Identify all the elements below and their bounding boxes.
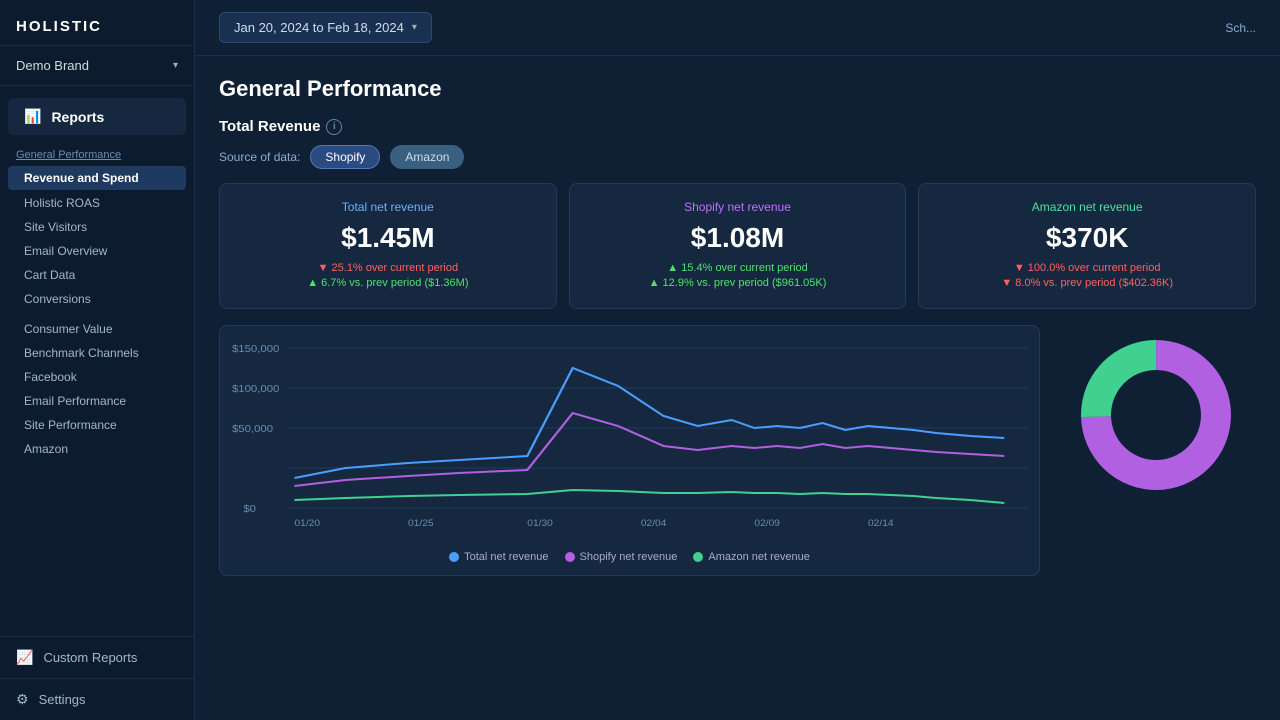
amazon-stat1: ▼ 100.0% over current period <box>935 262 1239 274</box>
total-dot <box>449 552 459 562</box>
donut-chart <box>1066 325 1246 505</box>
total-revenue-value: $1.45M <box>236 222 540 254</box>
sidebar-item-cart-data[interactable]: Cart Data <box>0 263 194 287</box>
total-line <box>294 368 1004 478</box>
sidebar-item-email-overview[interactable]: Email Overview <box>0 239 194 263</box>
info-icon[interactable]: i <box>326 119 342 135</box>
data-source-row: Source of data: Shopify Amazon <box>219 145 1256 169</box>
donut-hole <box>1112 371 1200 459</box>
total-stat1: ▼ 25.1% over current period <box>236 262 540 274</box>
brand-selector[interactable]: Demo Brand ▾ <box>0 46 194 86</box>
sidebar-item-revenue-spend[interactable]: Revenue and Spend <box>8 166 186 190</box>
svg-text:02/04: 02/04 <box>641 519 667 529</box>
total-stat2: ▲ 6.7% vs. prev period ($1.36M) <box>236 277 540 289</box>
sidebar-item-consumer-value[interactable]: Consumer Value <box>0 317 194 341</box>
svg-text:02/09: 02/09 <box>754 519 780 529</box>
total-revenue-label: Total net revenue <box>236 200 540 214</box>
sidebar-item-conversions[interactable]: Conversions <box>0 287 194 311</box>
schedule-label: Sch... <box>1225 21 1256 35</box>
kpi-row: Total net revenue $1.45M ▼ 25.1% over cu… <box>219 183 1256 309</box>
reports-label: Reports <box>51 109 104 125</box>
chart-section: $150,000 $100,000 $50,000 $0 01/20 01/25… <box>219 325 1256 576</box>
svg-text:01/25: 01/25 <box>408 519 434 529</box>
amazon-revenue-value: $370K <box>935 222 1239 254</box>
shopify-revenue-card: Shopify net revenue $1.08M ▲ 15.4% over … <box>569 183 907 309</box>
date-range-text: Jan 20, 2024 to Feb 18, 2024 <box>234 20 404 35</box>
svg-text:01/20: 01/20 <box>294 519 320 529</box>
line-chart: $150,000 $100,000 $50,000 $0 01/20 01/25… <box>232 338 1027 538</box>
amazon-line <box>294 490 1004 503</box>
settings-item[interactable]: ⚙ Settings <box>0 678 194 720</box>
sidebar-item-benchmark-channels[interactable]: Benchmark Channels <box>0 341 194 365</box>
reports-bar-icon: 📊 <box>24 108 41 125</box>
app-logo: HOLISTIC <box>16 18 178 35</box>
sidebar-item-site-performance[interactable]: Site Performance <box>0 413 194 437</box>
main-content: Jan 20, 2024 to Feb 18, 2024 ▾ Sch... Ge… <box>195 0 1280 720</box>
custom-reports-label: Custom Reports <box>43 650 137 665</box>
reports-nav-item[interactable]: 📊 Reports <box>8 98 186 135</box>
brand-name: Demo Brand <box>16 58 89 73</box>
custom-reports-icon: 📈 <box>16 649 33 666</box>
brand-chevron-icon: ▾ <box>173 60 178 71</box>
amazon-source-button[interactable]: Amazon <box>390 145 464 169</box>
page-title: General Performance <box>219 76 1256 102</box>
logo-area: HOLISTIC <box>0 0 194 46</box>
svg-text:$150,000: $150,000 <box>232 344 279 355</box>
legend-amazon: Amazon net revenue <box>693 551 810 563</box>
legend-amazon-label: Amazon net revenue <box>708 551 810 563</box>
custom-reports-item[interactable]: 📈 Custom Reports <box>0 636 194 678</box>
sidebar-item-site-visitors[interactable]: Site Visitors <box>0 215 194 239</box>
svg-text:$100,000: $100,000 <box>232 384 279 395</box>
shopify-source-button[interactable]: Shopify <box>310 145 380 169</box>
legend-total: Total net revenue <box>449 551 548 563</box>
shopify-dot <box>565 552 575 562</box>
sidebar-item-holistic-roas[interactable]: Holistic ROAS <box>0 191 194 215</box>
amazon-dot <box>693 552 703 562</box>
legend-shopify: Shopify net revenue <box>565 551 678 563</box>
topbar: Jan 20, 2024 to Feb 18, 2024 ▾ Sch... <box>195 0 1280 56</box>
amazon-stat2: ▼ 8.0% vs. prev period ($402.36K) <box>935 277 1239 289</box>
legend-shopify-label: Shopify net revenue <box>580 551 678 563</box>
shopify-stat2: ▲ 12.9% vs. prev period ($961.05K) <box>586 277 890 289</box>
shopify-revenue-value: $1.08M <box>586 222 890 254</box>
date-range-button[interactable]: Jan 20, 2024 to Feb 18, 2024 ▾ <box>219 12 432 43</box>
date-range-chevron-icon: ▾ <box>412 22 417 33</box>
sidebar-item-facebook[interactable]: Facebook <box>0 365 194 389</box>
amazon-revenue-card: Amazon net revenue $370K ▼ 100.0% over c… <box>918 183 1256 309</box>
content-area: General Performance Total Revenue i Sour… <box>195 56 1280 720</box>
amazon-revenue-label: Amazon net revenue <box>935 200 1239 214</box>
shopify-line <box>294 413 1004 486</box>
svg-text:02/14: 02/14 <box>868 519 894 529</box>
sidebar-item-email-performance[interactable]: Email Performance <box>0 389 194 413</box>
shopify-stat1: ▲ 15.4% over current period <box>586 262 890 274</box>
line-chart-container: $150,000 $100,000 $50,000 $0 01/20 01/25… <box>219 325 1040 576</box>
total-revenue-card: Total net revenue $1.45M ▼ 25.1% over cu… <box>219 183 557 309</box>
svg-text:01/30: 01/30 <box>527 519 553 529</box>
settings-label: Settings <box>39 692 86 707</box>
svg-text:$50,000: $50,000 <box>232 424 273 435</box>
donut-chart-container <box>1056 325 1256 505</box>
general-performance-group[interactable]: General Performance <box>0 139 194 165</box>
nav-section: 📊 Reports General Performance Revenue an… <box>0 86 194 636</box>
sidebar-item-amazon[interactable]: Amazon <box>0 437 194 461</box>
chart-legend: Total net revenue Shopify net revenue Am… <box>232 551 1027 563</box>
legend-total-label: Total net revenue <box>464 551 548 563</box>
svg-text:$0: $0 <box>243 504 256 515</box>
section-title: Total Revenue i <box>219 118 1256 135</box>
source-label: Source of data: <box>219 150 300 164</box>
settings-gear-icon: ⚙ <box>16 691 29 708</box>
shopify-revenue-label: Shopify net revenue <box>586 200 890 214</box>
sidebar: HOLISTIC Demo Brand ▾ 📊 Reports General … <box>0 0 195 720</box>
